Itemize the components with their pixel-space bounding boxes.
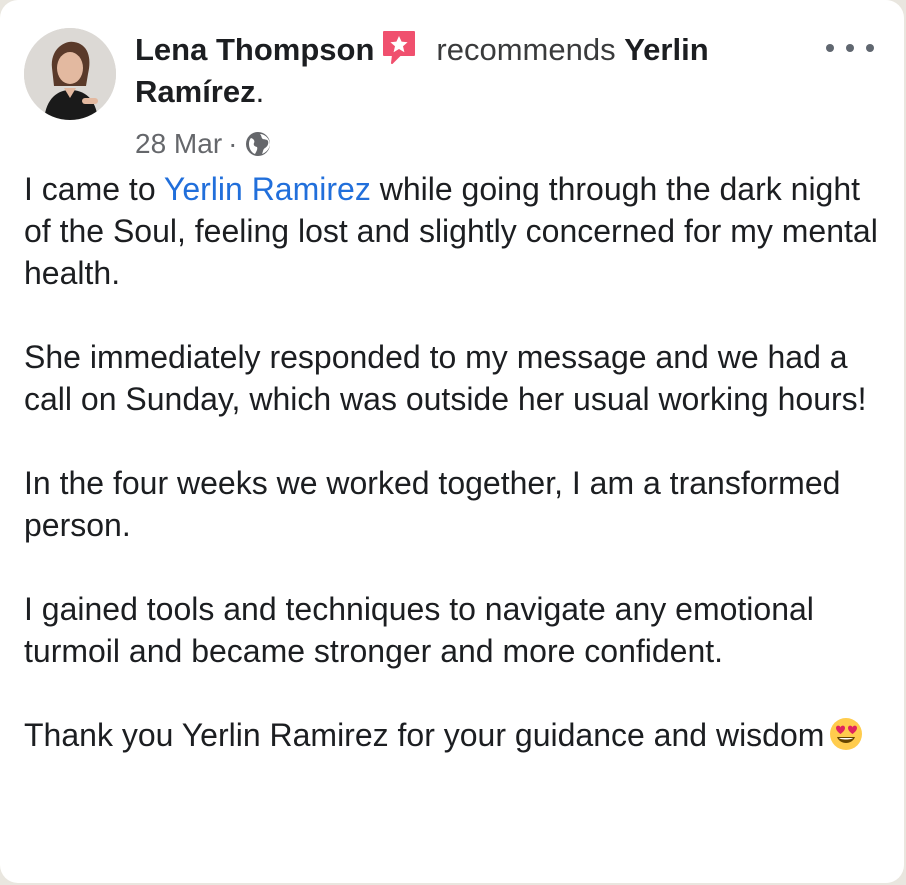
- recommended-name-line2[interactable]: Ramírez: [135, 74, 256, 109]
- paragraph-3: In the four weeks we worked together, I …: [24, 465, 841, 543]
- post-body: I came to Yerlin Ramirez while going thr…: [24, 168, 894, 756]
- paragraph-5-wrap: Thank you Yerlin Ramirez for your guidan…: [24, 714, 894, 756]
- mention-link[interactable]: Yerlin Ramirez: [164, 171, 371, 207]
- action-text: recommends: [436, 32, 616, 67]
- more-dot-icon: [866, 44, 874, 52]
- author-avatar[interactable]: [24, 28, 116, 120]
- author-name[interactable]: Lena Thompson: [135, 32, 374, 67]
- avatar-photo: [24, 28, 116, 120]
- heart-eyes-emoji-icon: [828, 716, 864, 752]
- more-dot-icon: [846, 44, 854, 52]
- header-period: .: [255, 74, 265, 109]
- globe-icon[interactable]: [243, 129, 273, 159]
- paragraph-1: I came to Yerlin Ramirez while going thr…: [24, 168, 894, 294]
- recommended-name[interactable]: Yerlin: [624, 32, 708, 67]
- post-date[interactable]: 28 Mar: [135, 124, 222, 164]
- recommendation-post: Lena Thompson recommends Yerlin Ramírez. …: [0, 0, 904, 883]
- paragraph-4: I gained tools and techniques to navigat…: [24, 591, 814, 669]
- more-options-button[interactable]: [826, 36, 874, 60]
- meta-separator: ·: [228, 128, 238, 159]
- paragraph-1-start: I came to: [24, 171, 164, 207]
- paragraph-2: She immediately responded to my message …: [24, 339, 867, 417]
- more-dot-icon: [826, 44, 834, 52]
- post-header: Lena Thompson recommends Yerlin Ramírez.: [135, 28, 815, 113]
- recommend-star-icon: [380, 28, 418, 66]
- paragraph-5: Thank you Yerlin Ramirez for your guidan…: [24, 717, 825, 753]
- post-meta: 28 Mar ·: [135, 124, 273, 164]
